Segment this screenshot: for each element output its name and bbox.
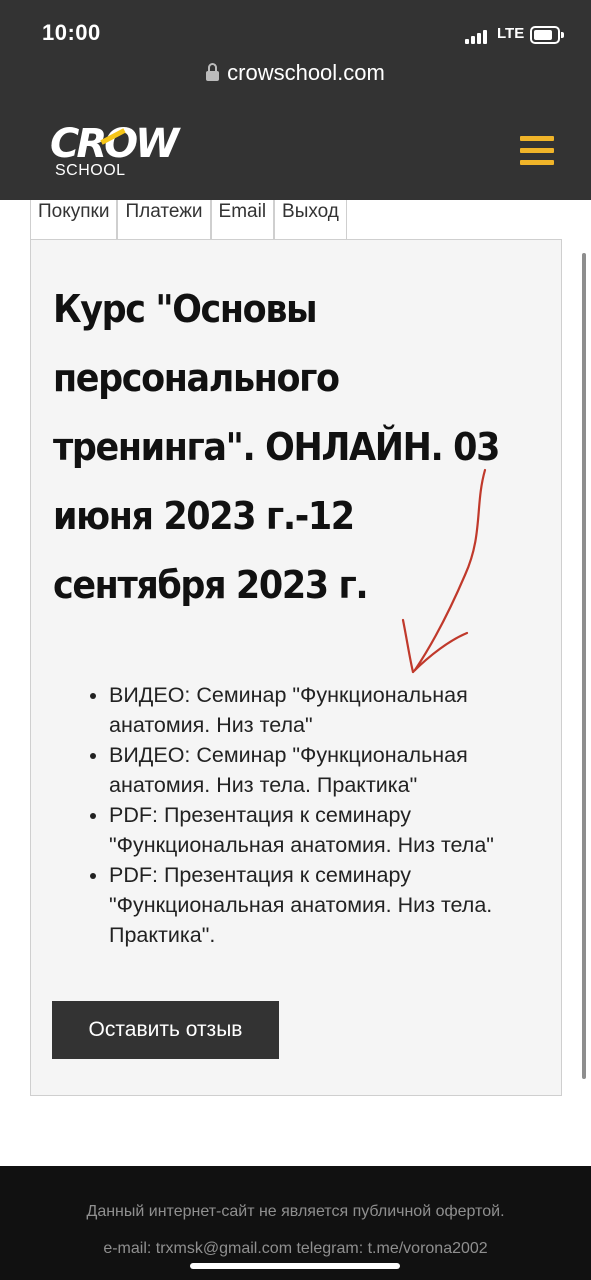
home-indicator[interactable] <box>190 1263 400 1269</box>
tab-logout[interactable]: Выход <box>274 200 347 240</box>
material-item[interactable]: ВИДЕО: Семинар "Функциональная анатомия.… <box>109 740 559 800</box>
lock-icon <box>206 63 220 81</box>
account-tabs: Покупки Платежи Email Выход <box>30 200 347 240</box>
logo-text: CROW <box>50 121 179 167</box>
hand-drawn-arrow-annotation <box>401 468 487 674</box>
material-item[interactable]: ВИДЕО: Семинар "Функциональная анатомия.… <box>109 680 559 740</box>
cellular-signal-icon <box>465 30 491 44</box>
crow-school-logo[interactable]: CROW SCHOOL <box>50 122 179 182</box>
leave-review-button[interactable]: Оставить отзыв <box>52 1001 279 1059</box>
tab-payments[interactable]: Платежи <box>117 200 211 240</box>
url-text: crowschool.com <box>227 60 385 85</box>
page-scrollbar[interactable] <box>582 253 586 1079</box>
browser-chrome: 10:00 LTE crowschool.com CROW SCHOOL <box>0 0 591 200</box>
address-bar[interactable]: crowschool.com <box>0 60 591 86</box>
status-time: 10:00 <box>42 20 101 45</box>
material-item[interactable]: PDF: Презентация к семинару "Функциональ… <box>109 860 559 950</box>
course-materials-list: ВИДЕО: Семинар "Функциональная анатомия.… <box>109 680 559 950</box>
battery-icon <box>530 26 564 44</box>
tab-purchases[interactable]: Покупки <box>30 200 118 240</box>
footer-disclaimer: Данный интернет-сайт не является публичн… <box>86 1203 505 1220</box>
footer-contacts[interactable]: e-mail: trxmsk@gmail.com telegram: t.me/… <box>0 1240 591 1258</box>
hamburger-menu-icon[interactable] <box>520 136 554 166</box>
tab-email[interactable]: Email <box>210 200 275 240</box>
material-item[interactable]: PDF: Презентация к семинару "Функциональ… <box>109 800 559 860</box>
logo-subtext: SCHOOL <box>55 162 126 179</box>
network-type: LTE <box>497 25 525 42</box>
